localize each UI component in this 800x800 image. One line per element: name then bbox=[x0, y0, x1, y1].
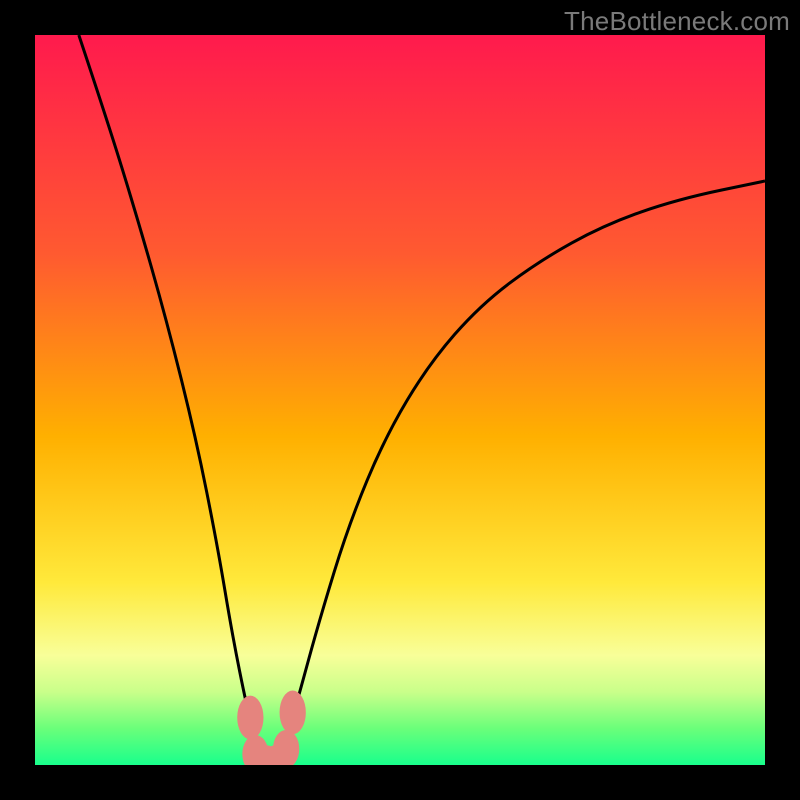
plot-svg bbox=[35, 35, 765, 765]
curve-marker bbox=[237, 696, 263, 740]
chart-canvas: TheBottleneck.com bbox=[0, 0, 800, 800]
watermark-label: TheBottleneck.com bbox=[564, 6, 790, 37]
gradient-background bbox=[35, 35, 765, 765]
curve-marker bbox=[280, 691, 306, 735]
plot-area bbox=[35, 35, 765, 765]
